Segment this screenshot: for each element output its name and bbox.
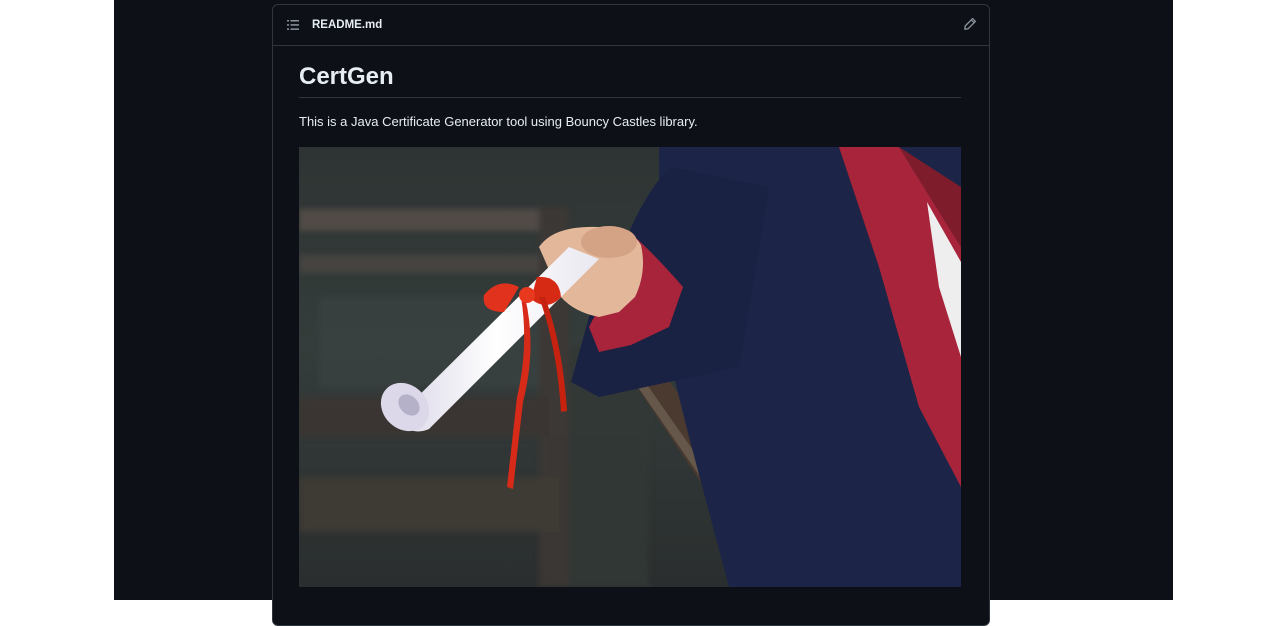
- readme-content: CertGen This is a Java Certificate Gener…: [299, 62, 961, 587]
- list-unordered-icon[interactable]: [286, 18, 300, 32]
- pencil-icon[interactable]: [963, 17, 977, 31]
- readme-title: CertGen: [299, 62, 961, 98]
- readme-description: This is a Java Certificate Generator too…: [299, 114, 698, 129]
- page-background: README.md CertGen This is a Java Certifi…: [114, 0, 1173, 626]
- readme-header: README.md: [273, 5, 989, 46]
- readme-box: README.md CertGen This is a Java Certifi…: [272, 4, 990, 626]
- readme-filename[interactable]: README.md: [312, 17, 382, 33]
- readme-image: [299, 147, 961, 587]
